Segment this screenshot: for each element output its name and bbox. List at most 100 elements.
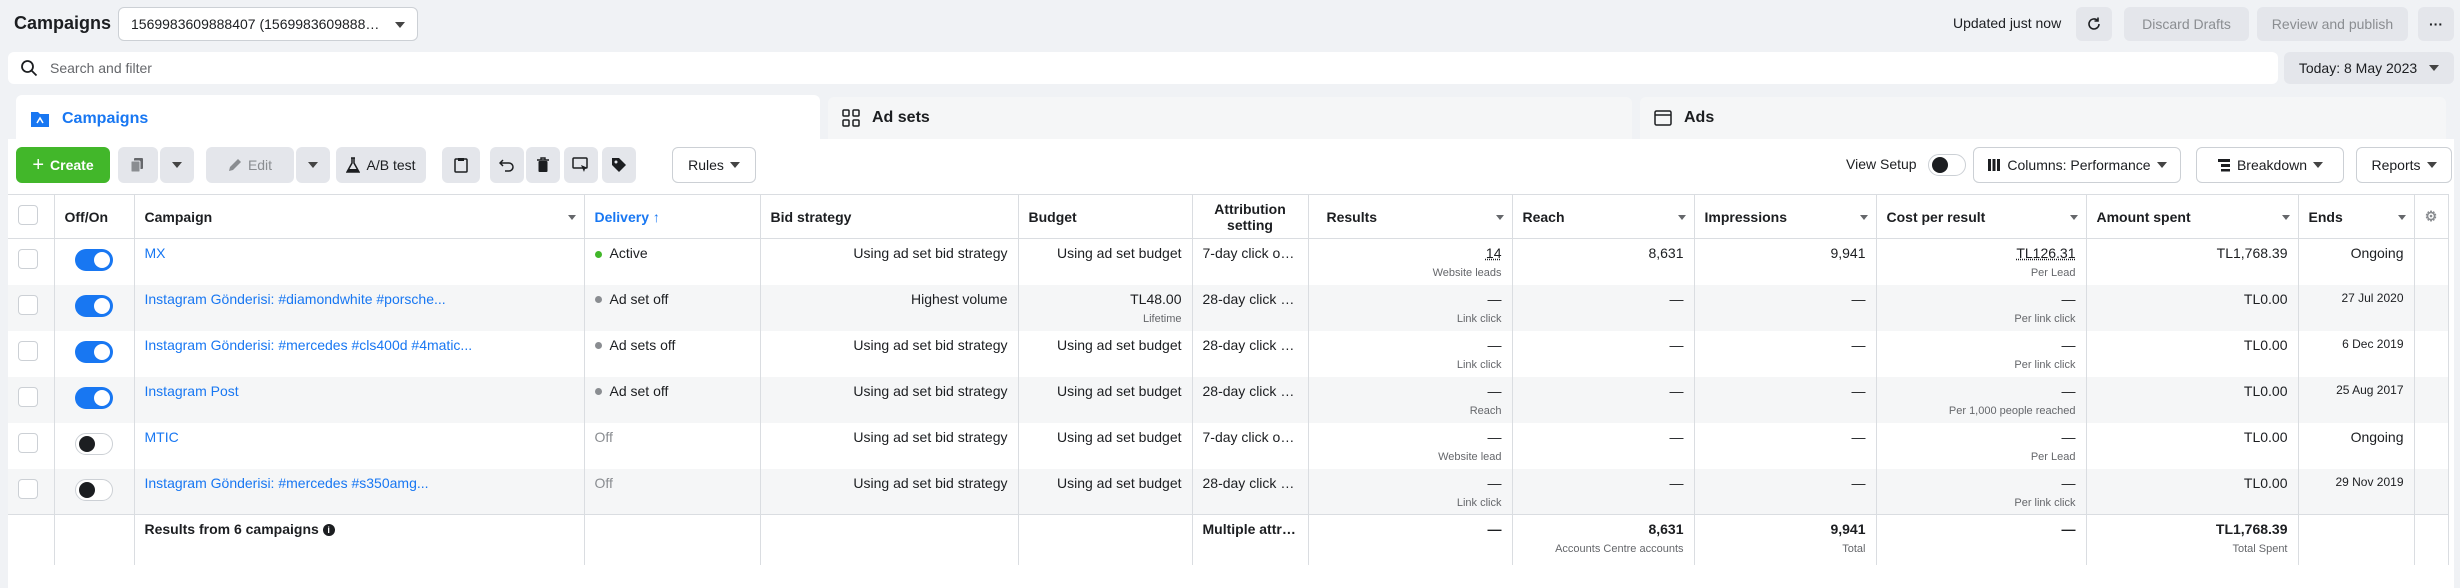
view-setup-toggle[interactable] — [1928, 154, 1966, 176]
reach-cell: — — [1512, 376, 1695, 423]
col-amount-spent[interactable]: Amount spent — [2086, 194, 2299, 239]
breakdown-button[interactable]: Breakdown — [2196, 147, 2344, 183]
ab-test-button[interactable]: A/B test — [336, 147, 426, 183]
campaign-name-cell: Instagram Gönderisi: #mercedes #s350amg.… — [134, 468, 585, 515]
more-options-button[interactable]: ··· — [2418, 7, 2454, 41]
delivery-cell: Off — [584, 422, 761, 469]
rules-label: Rules — [688, 157, 724, 173]
campaign-toggle[interactable] — [75, 432, 113, 455]
col-ends[interactable]: Ends — [2298, 194, 2415, 239]
campaign-name-link[interactable]: Instagram Gönderisi: #mercedes #s350amg.… — [145, 475, 429, 491]
col-settings[interactable]: ⚙ — [2414, 194, 2449, 239]
col-budget[interactable]: Budget — [1018, 194, 1193, 239]
chevron-down-icon — [2313, 162, 2324, 168]
campaign-toggle[interactable] — [75, 386, 113, 409]
campaign-name-cell: Instagram Post — [134, 376, 585, 423]
cpr-value: — — [2061, 336, 2076, 353]
campaign-name-link[interactable]: MTIC — [145, 429, 179, 445]
results-sub: Link click — [1456, 496, 1502, 509]
campaign-name-link[interactable]: Instagram Gönderisi: #mercedes #cls400d … — [145, 337, 473, 353]
search-bar[interactable] — [8, 52, 2278, 84]
campaign-name-link[interactable]: Instagram Gönderisi: #diamondwhite #pors… — [145, 291, 446, 307]
campaign-name-cell: MTIC — [134, 422, 585, 469]
ends-cell: Ongoing — [2298, 422, 2415, 469]
delivery-cell: Ad sets off — [584, 330, 761, 377]
rules-button[interactable]: Rules — [672, 147, 756, 183]
toggle-knob — [94, 297, 110, 314]
breakdown-icon — [2217, 159, 2230, 172]
date-range-button[interactable]: Today: 8 May 2023 — [2284, 52, 2454, 84]
columns-label: Columns: Performance — [2007, 157, 2151, 173]
row-checkbox[interactable] — [18, 249, 38, 269]
row-checkbox[interactable] — [18, 386, 38, 407]
columns-button[interactable]: Columns: Performance — [1973, 147, 2181, 183]
search-input[interactable] — [50, 60, 650, 76]
clipboard-button[interactable] — [442, 147, 480, 183]
row-spacer — [2414, 330, 2449, 377]
undo-button[interactable] — [490, 147, 524, 183]
row-checkbox[interactable] — [18, 340, 38, 361]
impressions-cell: — — [1694, 422, 1877, 469]
row-checkbox[interactable] — [18, 294, 38, 315]
preview-button[interactable] — [564, 147, 598, 183]
create-button[interactable]: + Create — [16, 147, 110, 183]
toggle-knob — [79, 435, 95, 452]
campaign-toggle[interactable] — [75, 249, 113, 271]
status-dot — [594, 296, 602, 304]
col-reach[interactable]: Reach — [1512, 194, 1695, 239]
col-cost-per-result[interactable]: Cost per result — [1876, 194, 2087, 239]
tab-ads[interactable]: Ads — [1640, 97, 2446, 139]
reports-button[interactable]: Reports — [2356, 147, 2452, 183]
col-off-on[interactable]: Off/On — [54, 194, 135, 239]
results-value: — — [1487, 382, 1502, 399]
tag-button[interactable] — [602, 147, 636, 183]
duplicate-dropdown[interactable] — [160, 147, 194, 183]
ends-cell: Ongoing — [2298, 238, 2415, 285]
impressions-cell: 9,941 — [1694, 238, 1877, 285]
row-spacer — [2414, 284, 2449, 331]
row-checkbox[interactable] — [18, 478, 38, 499]
cpr-value: — — [2061, 382, 2076, 399]
edit-dropdown[interactable] — [296, 147, 330, 183]
campaign-name-link[interactable]: MX — [145, 245, 166, 261]
col-impressions[interactable]: Impressions — [1694, 194, 1877, 239]
budget-value: Using ad set budget — [1056, 336, 1182, 353]
table-row[interactable]: Instagram Post Ad set off Using ad set b… — [8, 376, 2449, 423]
campaign-toggle[interactable] — [75, 294, 113, 317]
discard-drafts-button[interactable]: Discard Drafts — [2124, 7, 2249, 41]
campaign-toggle[interactable] — [75, 478, 113, 501]
row-checkbox[interactable] — [18, 432, 38, 453]
summary-results: — — [1308, 514, 1513, 565]
col-bid-strategy[interactable]: Bid strategy — [760, 194, 1019, 239]
tab-campaigns[interactable]: Campaigns — [16, 95, 820, 143]
duplicate-button[interactable] — [118, 147, 158, 183]
col-attribution[interactable]: Attribution setting — [1192, 194, 1309, 239]
results-cell: — Link click — [1308, 330, 1513, 377]
table-row[interactable]: Instagram Gönderisi: #diamondwhite #pors… — [8, 284, 2449, 331]
review-publish-button[interactable]: Review and publish — [2257, 7, 2408, 41]
campaign-name-link[interactable]: Instagram Post — [145, 383, 239, 399]
edit-button[interactable]: Edit — [206, 147, 294, 183]
table-row[interactable]: Instagram Gönderisi: #mercedes #s350amg.… — [8, 468, 2449, 515]
col-label: Results — [1326, 208, 1378, 225]
summary-spent-value: TL1,768.39 — [2215, 521, 2288, 537]
delivery-cell: Ad set off — [584, 376, 761, 423]
info-icon[interactable]: i — [322, 524, 335, 537]
account-selector[interactable]: 1569983609888407 (1569983609888407) — [118, 7, 418, 41]
table-row[interactable]: MTIC Off Using ad set bid strategy Using… — [8, 422, 2449, 469]
campaign-toggle[interactable] — [75, 340, 113, 363]
delete-button[interactable] — [526, 147, 560, 183]
amount-spent-cell: TL0.00 — [2086, 468, 2299, 515]
cpr-sub: Per link click — [2014, 312, 2076, 325]
undo-icon — [499, 159, 514, 172]
col-delivery[interactable]: Delivery ↑ — [584, 194, 761, 239]
tab-ad-sets[interactable]: Ad sets — [828, 97, 1632, 139]
refresh-button[interactable] — [2076, 7, 2112, 41]
col-results[interactable]: Results — [1308, 194, 1513, 239]
select-all-checkbox[interactable] — [18, 205, 38, 225]
account-name: 1569983609888407 (1569983609888407) — [131, 16, 394, 32]
table-row[interactable]: Instagram Gönderisi: #mercedes #cls400d … — [8, 330, 2449, 377]
table-row[interactable]: MX Active Using ad set bid strategy Usin… — [8, 238, 2449, 285]
cpr-sub: Per Lead — [2030, 267, 2076, 279]
col-campaign[interactable]: Campaign — [134, 194, 585, 239]
